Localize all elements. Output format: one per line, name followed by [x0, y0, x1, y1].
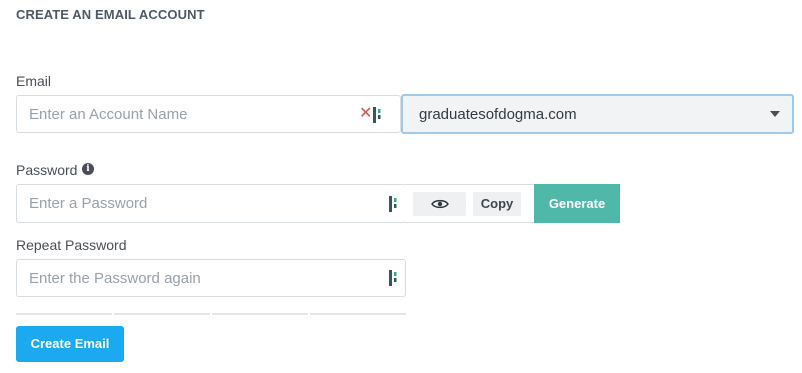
password-manager-icon[interactable] [389, 270, 399, 286]
close-icon[interactable]: ✕ [359, 106, 372, 122]
domain-select-value: graduatesofdogma.com [419, 106, 577, 123]
email-label: Email [16, 73, 52, 89]
account-name-input[interactable] [29, 96, 359, 132]
strength-meter-segment [212, 313, 308, 315]
strength-meter-segment [16, 313, 112, 315]
create-email-button[interactable]: Create Email [16, 326, 124, 362]
strength-meter-segment [114, 313, 210, 315]
password-manager-icon[interactable] [373, 107, 383, 123]
page-title: CREATE AN EMAIL ACCOUNT [16, 7, 205, 22]
strength-meter-segment [310, 313, 406, 315]
show-password-button[interactable] [413, 192, 466, 216]
account-name-field[interactable]: ✕ [16, 95, 401, 133]
repeat-password-input[interactable] [29, 260, 379, 296]
domain-select[interactable]: graduatesofdogma.com [401, 94, 794, 134]
chevron-down-icon [770, 111, 780, 117]
repeat-password-field[interactable] [16, 259, 406, 297]
info-icon[interactable]: i [82, 163, 94, 175]
copy-button[interactable]: Copy [473, 192, 521, 216]
password-actions-group: Copy [405, 184, 535, 223]
password-manager-icon[interactable] [389, 196, 399, 212]
eye-icon [430, 199, 449, 209]
password-field[interactable] [16, 184, 406, 223]
repeat-password-label: Repeat Password [16, 237, 127, 253]
generate-button[interactable]: Generate [534, 184, 620, 223]
password-input[interactable] [29, 185, 379, 222]
password-label: Password [16, 162, 78, 178]
